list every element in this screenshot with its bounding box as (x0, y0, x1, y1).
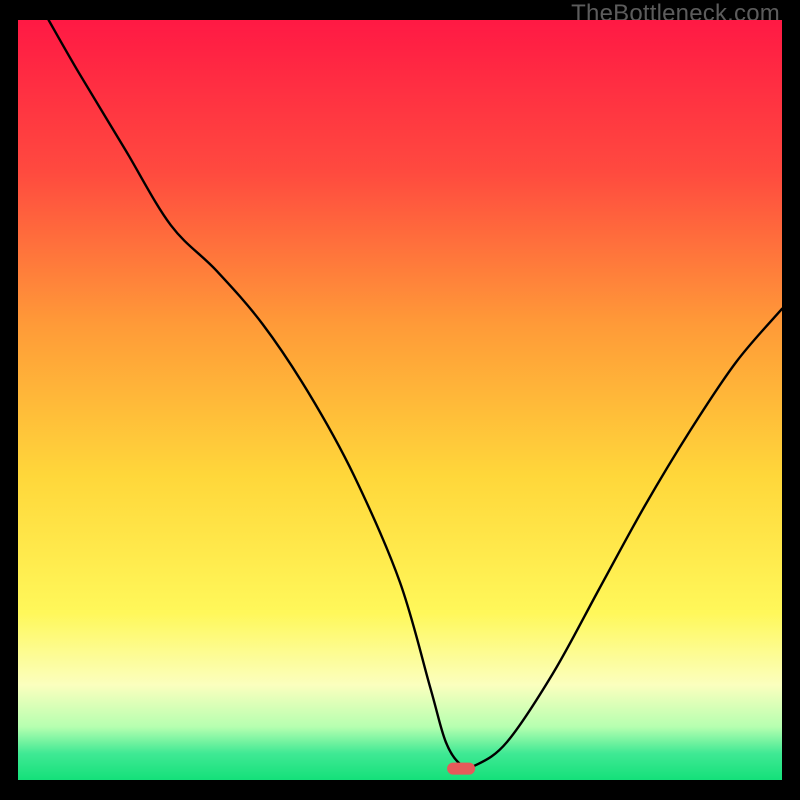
optimal-point-marker (447, 763, 475, 775)
bottleneck-chart (18, 20, 782, 780)
chart-frame (18, 20, 782, 780)
gradient-background (18, 20, 782, 780)
